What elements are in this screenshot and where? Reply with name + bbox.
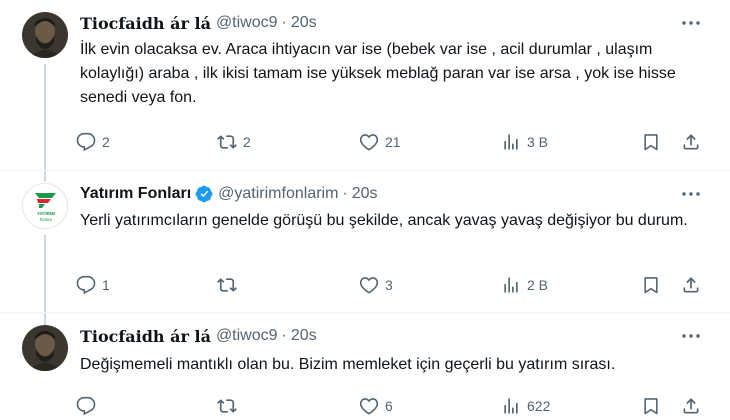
views-count: 3 B	[527, 134, 549, 150]
retweet-count: 2	[243, 134, 251, 150]
tweet-header: Tiocfaidh ár lá @tiwoc9 · 20s	[80, 12, 317, 34]
share-icon	[683, 398, 699, 414]
verified-badge-icon[interactable]	[195, 185, 213, 203]
reply-button[interactable]: 1	[76, 273, 110, 297]
retweet-button[interactable]: 2	[217, 130, 251, 154]
avatar[interactable]	[22, 325, 68, 371]
like-button[interactable]: 21	[359, 130, 401, 154]
views-button[interactable]: 3 B	[501, 130, 548, 154]
retweet-icon	[217, 278, 237, 292]
reply-button[interactable]: 2	[76, 130, 110, 154]
reply-icon	[76, 396, 96, 416]
retweet-button[interactable]	[217, 273, 243, 297]
bookmark-button[interactable]	[641, 130, 661, 154]
heart-icon	[359, 277, 379, 294]
tweet-time[interactable]: 20s	[352, 185, 378, 203]
views-count: 2 B	[527, 277, 549, 293]
retweet-icon	[217, 135, 237, 149]
share-icon	[683, 277, 699, 293]
avatar-image	[22, 325, 68, 371]
bookmark-icon	[644, 277, 658, 294]
bookmark-button[interactable]	[641, 394, 661, 418]
author-name[interactable]: Tiocfaidh ár lá	[80, 14, 211, 33]
author-handle[interactable]: @tiwoc9	[216, 14, 278, 32]
bookmark-icon	[644, 398, 658, 415]
retweet-button[interactable]	[217, 394, 243, 418]
separator-dot: ·	[342, 185, 348, 202]
author-handle[interactable]: @yatirimfonlarim	[218, 185, 338, 203]
reply-icon	[76, 275, 96, 295]
views-chart-icon	[504, 134, 518, 150]
share-button[interactable]	[681, 273, 701, 297]
reply-count: 1	[102, 277, 110, 293]
share-button[interactable]	[681, 394, 701, 418]
tweet-actions: 6 622	[76, 394, 706, 418]
avatar[interactable]	[22, 12, 68, 58]
tweet-actions: 2 2 21 3 B	[76, 130, 706, 154]
views-chart-icon	[504, 277, 518, 293]
reply-icon	[76, 132, 96, 152]
more-options-icon[interactable]	[680, 185, 702, 203]
separator-dot: ·	[281, 14, 287, 31]
heart-icon	[359, 398, 379, 415]
tweet-text: Yerli yatırımcıların genelde görüşü bu ş…	[80, 212, 688, 229]
separator-dot: ·	[281, 327, 287, 344]
reply-count: 2	[102, 134, 110, 150]
svg-text:fonları: fonları	[40, 217, 53, 222]
views-count: 622	[527, 398, 551, 414]
tweet-time[interactable]: 20s	[291, 327, 317, 345]
avatar[interactable]: YATIRIM fonları	[22, 183, 68, 229]
views-button[interactable]: 2 B	[501, 273, 548, 297]
views-chart-icon	[504, 398, 518, 414]
tweet-header: Tiocfaidh ár lá @tiwoc9 · 20s	[80, 325, 317, 347]
tweet-divider	[0, 312, 730, 313]
like-count: 21	[385, 134, 401, 150]
thread-line	[44, 64, 46, 182]
svg-text:YATIRIM: YATIRIM	[37, 211, 55, 216]
author-handle[interactable]: @tiwoc9	[216, 327, 278, 345]
bookmark-button[interactable]	[641, 273, 661, 297]
avatar-image	[22, 12, 68, 58]
like-count: 6	[385, 398, 393, 414]
heart-icon	[359, 134, 379, 151]
tweet-text: İlk evin olacaksa ev. Araca ihtiyacın va…	[80, 41, 676, 106]
like-button[interactable]: 6	[359, 394, 393, 418]
reply-button[interactable]	[76, 394, 102, 418]
tweet-text: Değişmemeli mantıklı olan bu. Bizim meml…	[80, 356, 616, 373]
tweet-header: Yatırım Fonları @yatirimfonlarim · 20s	[80, 183, 378, 205]
like-count: 3	[385, 277, 393, 293]
tweet-time[interactable]: 20s	[291, 14, 317, 32]
tweet-divider	[0, 170, 730, 171]
share-button[interactable]	[681, 130, 701, 154]
more-options-icon[interactable]	[680, 327, 702, 345]
share-icon	[683, 134, 699, 150]
tweet-actions: 1 3 2 B	[76, 273, 706, 297]
bookmark-icon	[644, 134, 658, 151]
like-button[interactable]: 3	[359, 273, 393, 297]
author-name[interactable]: Tiocfaidh ár lá	[80, 327, 211, 346]
author-name[interactable]: Yatırım Fonları	[80, 185, 191, 203]
yatirim-fonlari-logo-icon: YATIRIM fonları	[23, 184, 67, 228]
views-button[interactable]: 622	[501, 394, 550, 418]
more-options-icon[interactable]	[680, 14, 702, 32]
retweet-icon	[217, 399, 237, 413]
